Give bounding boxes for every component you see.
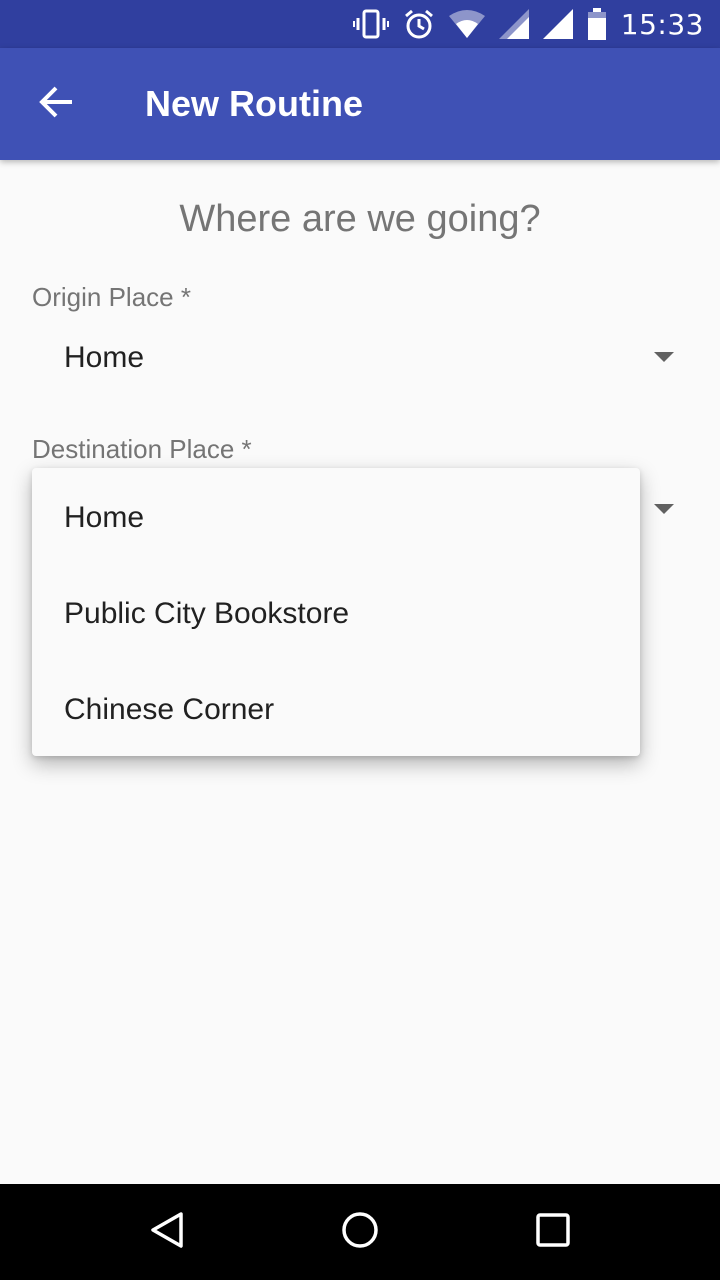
navigation-bar [0, 1184, 720, 1280]
back-triangle-icon [147, 1210, 187, 1254]
destination-label: Destination Place * [32, 434, 252, 464]
dropdown-arrow-icon [654, 504, 674, 514]
form-heading: Where are we going? [179, 198, 541, 240]
wifi-icon [448, 10, 485, 38]
battery-icon [587, 8, 607, 40]
dropdown-item-home[interactable]: Home [32, 470, 640, 566]
status-time: 15:33 [620, 7, 704, 41]
app-bar: New Routine [0, 48, 720, 160]
origin-spinner[interactable]: Home [32, 318, 688, 398]
dropdown-item-public-city-bookstore[interactable]: Public City Bookstore [32, 566, 640, 662]
nav-back-button[interactable] [117, 1184, 217, 1280]
nav-home-button[interactable] [310, 1184, 410, 1280]
status-bar: 15:33 [0, 0, 720, 48]
arrow-back-icon [38, 84, 74, 124]
alarm-icon [403, 8, 435, 40]
signal-icon [498, 9, 529, 39]
destination-dropdown: Home Public City Bookstore Chinese Corne… [32, 468, 640, 756]
home-circle-icon [340, 1210, 380, 1254]
back-button[interactable] [0, 48, 112, 160]
origin-label: Origin Place * [32, 282, 191, 312]
dropdown-item-chinese-corner[interactable]: Chinese Corner [32, 662, 640, 758]
nav-recents-button[interactable] [503, 1184, 603, 1280]
recents-square-icon [533, 1210, 573, 1254]
signal-icon [542, 9, 573, 39]
origin-value: Home [64, 341, 145, 374]
main-content: Where are we going? Origin Place * Home … [0, 160, 720, 1184]
page-title: New Routine [145, 83, 364, 124]
vibrate-icon [352, 9, 389, 39]
dropdown-arrow-icon [654, 352, 674, 362]
